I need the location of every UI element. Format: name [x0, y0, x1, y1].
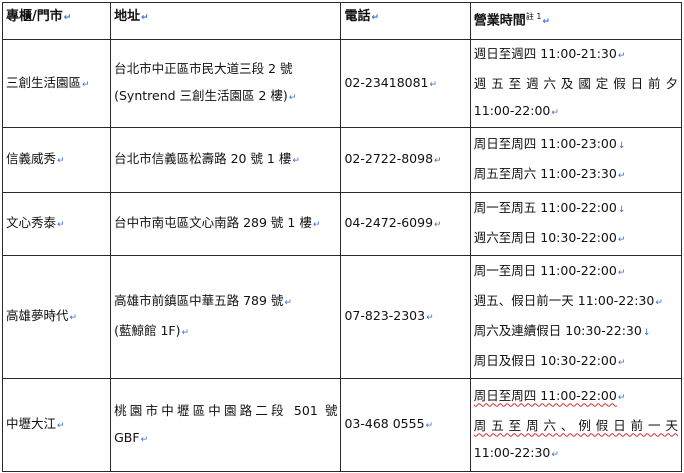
- store-phone: 03-468 0555↵: [340, 378, 471, 472]
- store-address: 台北市中正區市民大道三段 2 號 (Syntrend 三創生活園區 2 樓)↵: [110, 39, 342, 128]
- store-name: 文心秀泰↵: [1, 192, 112, 256]
- table-row: 信義威秀↵ 台北市信義區松壽路 20 號 1 樓↵ 02-2722-8098↵ …: [1, 127, 683, 193]
- store-hours: 周日至周四 11:00-22:00↵ 周五至周六、例假日前一天 11:00-22…: [469, 378, 683, 472]
- store-phone: 02-2722-8098↵: [340, 127, 471, 193]
- hours-footnote-mark: 註 1: [525, 12, 542, 21]
- store-phone: 02-23418081↵: [340, 39, 471, 128]
- header-store: 專櫃/門市↵: [1, 2, 112, 40]
- store-hours: 周一至周五 11:00-22:00↓ 週六至周日 10:30-22:00↵: [469, 192, 683, 256]
- table-row: 中壢大江↵ 桃園市中壢區中園路二段 501 號 GBF↵ 03-468 0555…: [1, 378, 683, 472]
- header-row: 專櫃/門市↵ 地址↵ 電話↵ 營業時間註 1↵: [1, 2, 683, 40]
- table-row: 高雄夢時代↵ 高雄市前鎮區中華五路 789 號↵ (藍鯨館 1F)↵ 07-82…: [1, 255, 683, 379]
- store-phone: 07-823-2303↵: [340, 255, 471, 379]
- store-address: 桃園市中壢區中園路二段 501 號 GBF↵: [110, 378, 342, 472]
- store-name: 高雄夢時代↵: [1, 255, 112, 379]
- store-table: 專櫃/門市↵ 地址↵ 電話↵ 營業時間註 1↵ 三創生活園區↵ 台北市中正區市民…: [1, 2, 683, 472]
- store-hours: 週日至週四 11:00-21:30↵ 週五至週六及國定假日前夕 11:00-22…: [469, 39, 683, 128]
- store-name: 三創生活園區↵: [1, 39, 112, 128]
- store-address: 台北市信義區松壽路 20 號 1 樓↵: [110, 127, 342, 193]
- store-name: 信義威秀↵: [1, 127, 112, 193]
- store-name: 中壢大江↵: [1, 378, 112, 472]
- store-hours: 周日至周四 11:00-23:00↓ 周五至周六 11:00-23:30↵: [469, 127, 683, 193]
- store-hours: 周一至周日 11:00-22:00↵ 週五、假日前一天 11:00-22:30↵…: [469, 255, 683, 379]
- table-row: 文心秀泰↵ 台中市南屯區文心南路 289 號 1 樓↵ 04-2472-6099…: [1, 192, 683, 256]
- header-hours: 營業時間註 1↵: [469, 2, 683, 40]
- table-row: 三創生活園區↵ 台北市中正區市民大道三段 2 號 (Syntrend 三創生活園…: [1, 39, 683, 128]
- store-address: 高雄市前鎮區中華五路 789 號↵ (藍鯨館 1F)↵: [110, 255, 342, 379]
- store-phone: 04-2472-6099↵: [340, 192, 471, 256]
- header-address: 地址↵: [110, 2, 342, 40]
- store-address: 台中市南屯區文心南路 289 號 1 樓↵: [110, 192, 342, 256]
- header-phone: 電話↵: [340, 2, 471, 40]
